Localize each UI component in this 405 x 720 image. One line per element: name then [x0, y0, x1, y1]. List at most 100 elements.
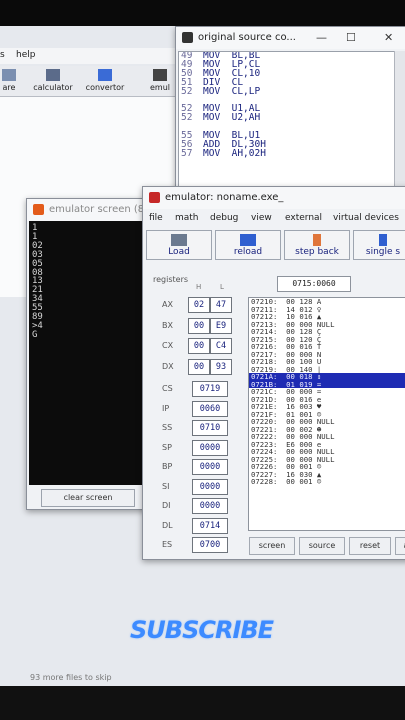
menu-external[interactable]: external: [285, 213, 322, 223]
register-row: DL 0714: [146, 517, 246, 534]
register-row: SP 0000: [146, 439, 246, 456]
register-value[interactable]: 0719: [192, 381, 228, 397]
load-button[interactable]: Load: [146, 230, 212, 260]
menu-item-help[interactable]: help: [16, 50, 35, 60]
register-name: BX: [162, 320, 173, 330]
emulator-app-icon: [149, 192, 160, 203]
register-high[interactable]: 00: [188, 317, 210, 334]
output-line: 05: [32, 258, 43, 269]
emulator-bottom-bar: screen source reset a: [249, 537, 405, 555]
output-line: G: [32, 329, 38, 340]
output-line: >4: [32, 320, 43, 331]
register-high[interactable]: 00: [188, 358, 210, 375]
register-name: ES: [162, 540, 173, 549]
register-low[interactable]: E9: [210, 317, 232, 334]
register-value[interactable]: 0000: [192, 478, 228, 495]
register-low[interactable]: C4: [210, 338, 232, 354]
toolbar-save-button[interactable]: are: [0, 66, 22, 96]
register-row: CS 0719: [146, 381, 246, 397]
register-low[interactable]: 93: [210, 358, 232, 375]
menu-view[interactable]: view: [251, 213, 272, 223]
reset-button[interactable]: reset: [349, 537, 391, 555]
output-line: 89: [32, 312, 43, 323]
register-value[interactable]: 0000: [192, 498, 228, 514]
memory-row[interactable]: 07228: 00 001 ☺: [249, 478, 405, 486]
screen-output: 1 1 02 03 05 08 13 21 34 55 89 >4 G: [29, 221, 149, 485]
output-line: 55: [32, 303, 43, 314]
registers-label: registers: [153, 275, 189, 284]
status-text: 93 more files to skip: [30, 673, 112, 682]
register-value[interactable]: 0710: [192, 420, 228, 436]
output-line: 21: [32, 285, 43, 296]
source-line: 57 MOV AH,02H: [179, 147, 394, 159]
register-low[interactable]: 47: [210, 297, 232, 313]
reload-button[interactable]: reload: [215, 230, 281, 260]
register-name: IP: [162, 403, 170, 413]
output-line: 02: [32, 240, 43, 251]
register-row: AX 02 47: [146, 297, 246, 313]
register-row: DX 00 93: [146, 358, 246, 375]
menu-debug[interactable]: debug: [210, 213, 238, 223]
output-line: 03: [32, 249, 43, 260]
line-code: MOV AH,02H: [203, 147, 266, 159]
menu-virtual-devices[interactable]: virtual devices: [333, 213, 399, 223]
menu-item-0[interactable]: s: [0, 50, 5, 60]
register-value[interactable]: 0000: [192, 439, 228, 456]
single-step-button[interactable]: single s: [353, 230, 405, 260]
memory-list[interactable]: 07210: 00 128 A 07211: 14 012 ♀ 07212: 10 …: [248, 297, 405, 531]
screen-button[interactable]: screen: [249, 537, 295, 555]
emulate-icon: [153, 69, 167, 81]
main-toolbar: are calculator convertor emul: [0, 66, 175, 97]
h-label: H: [196, 283, 202, 291]
desktop-frame: s help are calculator convertor emul ori…: [0, 26, 405, 686]
maximize-icon[interactable]: ☐: [346, 31, 356, 44]
source-line: 52 MOV CL,LP: [179, 85, 394, 97]
toolbar-emulate-button[interactable]: emul: [140, 66, 180, 96]
register-name: DI: [162, 501, 171, 510]
close-icon[interactable]: ✕: [384, 31, 393, 44]
step-back-button[interactable]: step back: [284, 230, 350, 260]
register-name: CS: [162, 384, 173, 393]
toolbar-calculator-button[interactable]: calculator: [28, 66, 78, 96]
calculator-icon: [46, 69, 60, 81]
line-code: MOV CL,LP: [203, 85, 261, 97]
register-value[interactable]: 0000: [192, 459, 228, 475]
menu-file[interactable]: file: [149, 213, 163, 223]
register-row: SS 0710: [146, 420, 246, 436]
source-title: original source co...: [198, 32, 296, 43]
output-line: 1: [32, 223, 38, 233]
minimize-icon[interactable]: —: [316, 31, 327, 44]
address-field[interactable]: 0715:0060: [277, 276, 351, 292]
screen-titlebar: emulator screen (80: [27, 199, 157, 221]
register-row: CX 00 C4: [146, 338, 246, 354]
register-value[interactable]: 0700: [192, 537, 228, 553]
register-row: SI 0000: [146, 478, 246, 495]
register-name: AX: [162, 300, 173, 309]
emulator-title: emulator: noname.exe_: [165, 192, 284, 203]
reload-icon: [240, 234, 256, 246]
register-high[interactable]: 02: [188, 297, 210, 313]
toolbar-convertor-button[interactable]: convertor: [82, 66, 128, 96]
line-code: MOV U2,AH: [203, 112, 261, 124]
source-button[interactable]: source: [299, 537, 345, 555]
screen-title: emulator screen (80: [49, 204, 151, 215]
output-line: 08: [32, 267, 43, 278]
folder-icon: [171, 234, 187, 246]
register-name: SS: [162, 423, 173, 432]
bottom-band: [0, 686, 405, 720]
main-menubar: s help: [0, 48, 175, 64]
menu-math[interactable]: math: [175, 213, 199, 223]
app-icon: [182, 32, 193, 43]
aux-button[interactable]: a: [395, 537, 405, 555]
register-high[interactable]: 00: [188, 338, 210, 354]
screen-app-icon: [33, 204, 44, 215]
output-line: 34: [32, 294, 43, 305]
register-row: IP 0060: [146, 400, 246, 417]
source-titlebar: original source co... — ☐ ✕: [176, 27, 405, 49]
emulator-menubar: file math debug view external virtual de…: [143, 211, 405, 226]
source-line: 52 MOV U2,AH: [179, 112, 394, 124]
register-value[interactable]: 0714: [192, 517, 228, 534]
line-number: 57: [181, 147, 193, 159]
register-value[interactable]: 0060: [192, 400, 228, 417]
clear-screen-button[interactable]: clear screen: [41, 489, 135, 507]
